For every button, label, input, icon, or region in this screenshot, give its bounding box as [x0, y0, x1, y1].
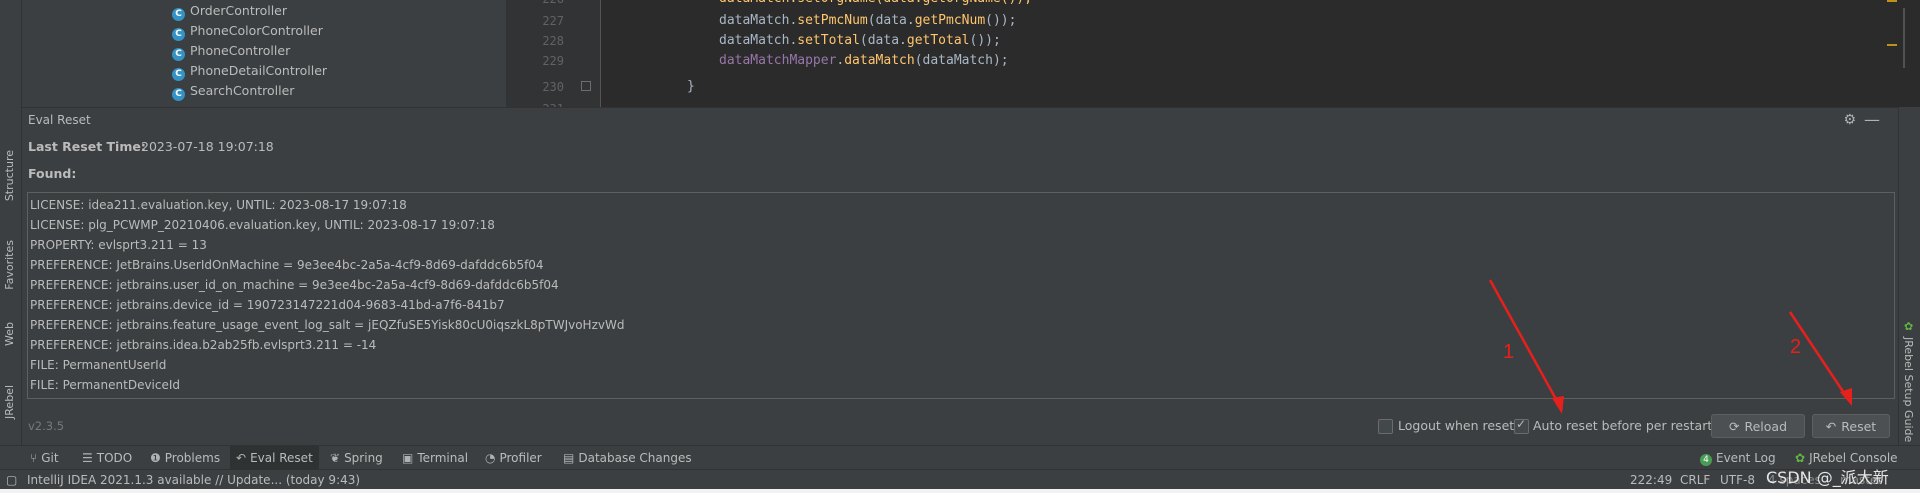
tab-label: Git [41, 451, 59, 465]
event-log-badge: 4 [1700, 454, 1712, 466]
caret-position[interactable]: 222:49 [1630, 470, 1672, 490]
tab-problems[interactable]: ❶ Problems [150, 446, 220, 470]
tab-git[interactable]: ⑂ Git [30, 446, 59, 470]
profiler-icon: ◔ [485, 451, 496, 465]
tab-label: Event Log [1716, 451, 1776, 465]
tab-label: Terminal [417, 451, 469, 465]
tab-label: Profiler [499, 451, 542, 465]
undo-icon: ↶ [236, 451, 247, 465]
tab-label: Problems [164, 451, 221, 465]
watermark: CSDN @_派大新 [1766, 468, 1889, 487]
status-message[interactable]: IntelliJ IDEA 2021.1.3 available // Upda… [27, 470, 360, 490]
problems-icon: ❶ [150, 451, 161, 465]
status-bar: ▢ IntelliJ IDEA 2021.1.3 available // Up… [0, 469, 1920, 490]
tab-database-changes[interactable]: ▤ Database Changes [563, 446, 692, 470]
todo-icon: ☰ [82, 451, 93, 465]
tab-label: Spring [344, 451, 383, 465]
tab-label: Database Changes [578, 451, 692, 465]
tab-label: TODO [96, 451, 133, 465]
git-icon: ⑂ [30, 451, 38, 465]
tab-label: JRebel Console [1809, 451, 1898, 465]
jrebel-icon: ✿ [1795, 451, 1806, 465]
annotation-arrowhead-1 [1552, 396, 1564, 414]
status-layout-icon[interactable]: ▢ [6, 470, 17, 490]
database-icon: ▤ [563, 451, 575, 465]
terminal-icon: ▣ [402, 451, 414, 465]
tab-event-log[interactable]: 4 Event Log [1700, 446, 1776, 470]
window-bottom-edge [0, 489, 1920, 493]
spring-icon: ❦ [330, 451, 341, 465]
tab-todo[interactable]: ☰ TODO [82, 446, 132, 470]
tab-profiler[interactable]: ◔ Profiler [485, 446, 542, 470]
file-encoding[interactable]: UTF-8 [1720, 470, 1755, 490]
tab-terminal[interactable]: ▣ Terminal [402, 446, 468, 470]
bottom-tool-bar: ⑂ Git ☰ TODO ❶ Problems ↶ Eval Reset ❦ Spring… [0, 445, 1920, 470]
annotation-arrow-1 [1488, 279, 1564, 411]
annotation-arrows [1488, 279, 1852, 414]
annotation-number-2: 2 [1790, 336, 1802, 358]
tab-eval-reset[interactable]: ↶ Eval Reset [230, 446, 319, 470]
tab-label: Eval Reset [250, 451, 313, 465]
tab-spring[interactable]: ❦ Spring [330, 446, 383, 470]
annotation-number-1: 1 [1503, 341, 1515, 363]
line-separator[interactable]: CRLF [1680, 470, 1710, 490]
